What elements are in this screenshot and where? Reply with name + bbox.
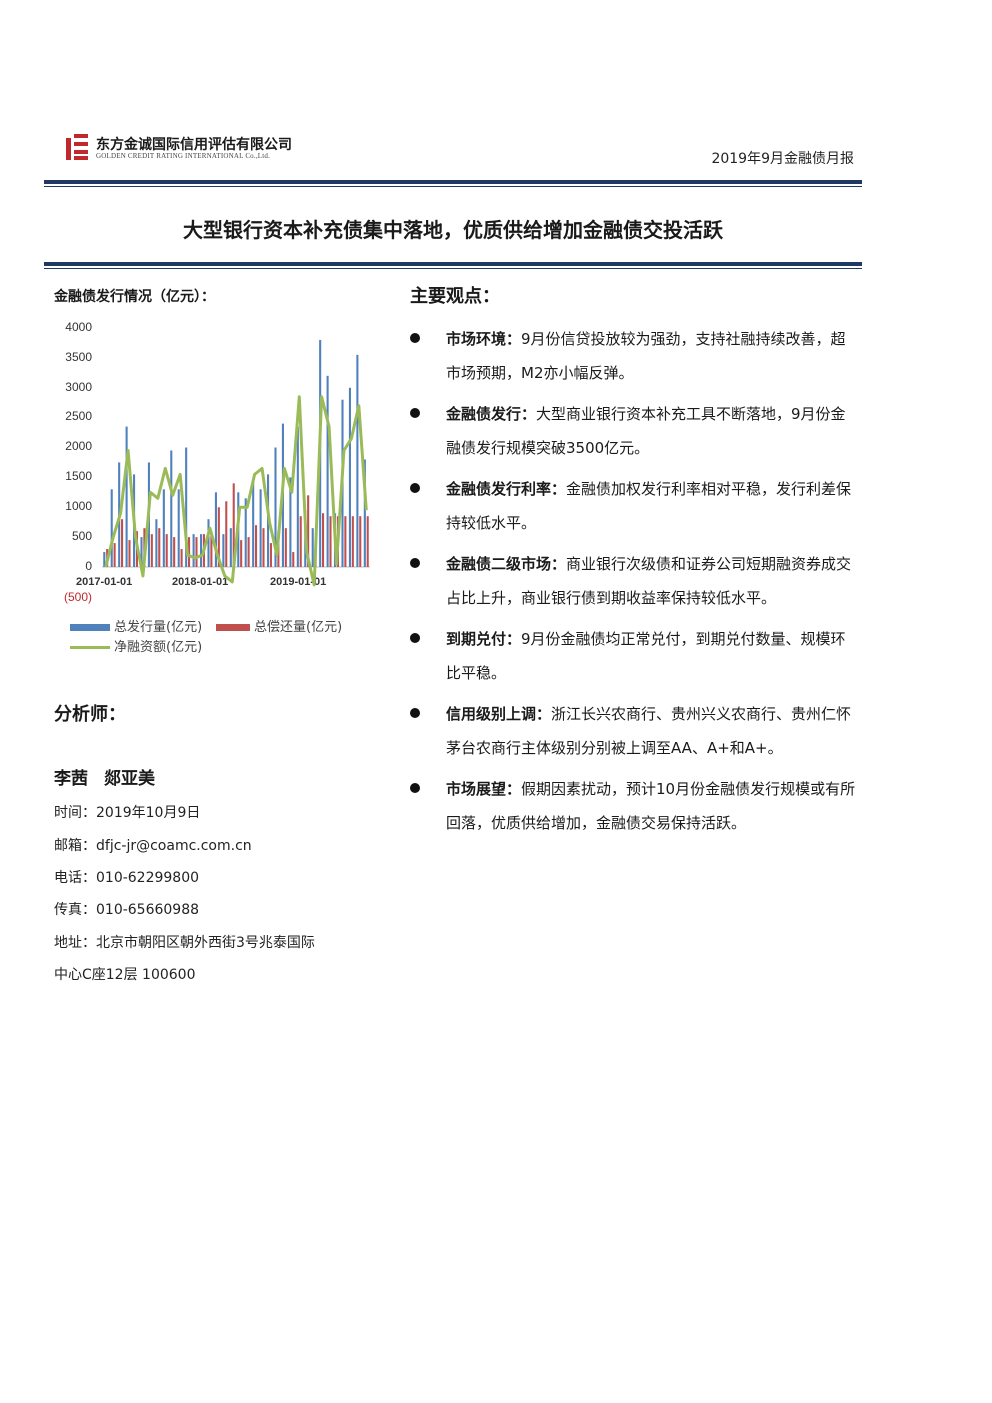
bar-total-issuance bbox=[296, 426, 299, 567]
bar-total-repayment bbox=[225, 501, 228, 567]
bullet-icon bbox=[410, 483, 420, 493]
bar-total-issuance bbox=[207, 519, 210, 567]
company-name-cn: 东方金诚国际信用评估有限公司 bbox=[96, 137, 292, 153]
bar-total-repayment bbox=[284, 528, 287, 567]
bar-total-repayment bbox=[351, 516, 354, 567]
report-name: 2019年9月金融债月报 bbox=[711, 151, 854, 167]
bar-total-repayment bbox=[128, 540, 131, 567]
chart-title: 金融债发行情况（亿元）： bbox=[54, 289, 215, 305]
point-label: 金融债发行： bbox=[446, 405, 537, 423]
contact-fax: 传真：010-65660988 bbox=[54, 902, 200, 918]
legend-item-total-issuance: 总发行量(亿元) bbox=[70, 616, 202, 635]
analysts-heading: 分析师： bbox=[54, 704, 126, 725]
analyst-name: 李茜 bbox=[54, 769, 88, 789]
bar-total-repayment bbox=[269, 543, 272, 567]
bar-total-repayment bbox=[299, 516, 302, 567]
legend-label: 总发行量(亿元) bbox=[114, 620, 203, 635]
bullet-icon bbox=[410, 333, 420, 343]
bar-total-repayment bbox=[329, 516, 332, 567]
header-divider bbox=[44, 180, 862, 187]
point-label: 金融债二级市场： bbox=[446, 555, 567, 573]
bar-total-issuance bbox=[155, 519, 158, 567]
bar-total-repayment bbox=[180, 549, 183, 567]
list-item: 市场环境：9月份信贷投放较为强劲，支持社融持续改善，超市场预期，M2亦小幅反弹。 bbox=[410, 322, 860, 390]
list-item: 信用级别上调：浙江长兴农商行、贵州兴义农商行、贵州仁怀茅台农商行主体级别分别被上… bbox=[410, 697, 860, 765]
bar-total-issuance bbox=[170, 450, 173, 567]
bar-total-issuance bbox=[110, 489, 113, 567]
bar-total-repayment bbox=[165, 534, 168, 567]
page-title: 大型银行资本补充债集中落地，优质供给增加金融债交投活跃 bbox=[183, 218, 723, 242]
contact-phone: 电话：010-62299800 bbox=[54, 870, 200, 886]
bar-total-repayment bbox=[240, 540, 243, 567]
key-points-list: 市场环境：9月份信贷投放较为强劲，支持社融持续改善，超市场预期，M2亦小幅反弹。… bbox=[410, 322, 860, 847]
bar-total-issuance bbox=[356, 354, 359, 567]
bar-total-repayment bbox=[158, 528, 161, 567]
list-item: 市场展望：假期因素扰动，预计10月份金融债发行规模或有所回落，优质供给增加，金融… bbox=[410, 772, 860, 840]
company-logo: 东方金诚国际信用评估有限公司 GOLDEN CREDIT RATING INTE… bbox=[66, 134, 336, 164]
bar-total-repayment bbox=[121, 519, 124, 567]
list-item: 金融债发行：大型商业银行资本补充工具不断落地，9月份金融债发行规模突破3500亿… bbox=[410, 397, 860, 465]
legend-swatch-icon bbox=[70, 624, 110, 631]
analyst-name: 郯亚美 bbox=[104, 769, 155, 789]
bar-total-repayment bbox=[366, 516, 369, 567]
legend-item-total-repayment: 总偿还量(亿元) bbox=[216, 616, 342, 635]
bar-total-repayment bbox=[195, 537, 198, 568]
analyst-names: 李茜 郯亚美 bbox=[54, 764, 155, 789]
bar-total-issuance bbox=[125, 426, 128, 567]
issuance-chart: 4000 3500 3000 2500 2000 1500 1000 500 0… bbox=[44, 314, 384, 664]
contact-address: 地址：北京市朝阳区朝外西街3号兆泰国际 bbox=[54, 935, 315, 951]
bar-total-issuance bbox=[229, 528, 232, 567]
bar-total-issuance bbox=[348, 387, 351, 567]
bar-total-repayment bbox=[262, 528, 265, 567]
key-points-heading: 主要观点： bbox=[410, 286, 500, 307]
legend-item-net-financing: 净融资额(亿元) bbox=[70, 636, 202, 655]
bullet-icon bbox=[410, 708, 420, 718]
company-name-en: GOLDEN CREDIT RATING INTERNATIONAL Co.,L… bbox=[96, 152, 271, 160]
bar-total-repayment bbox=[359, 516, 362, 567]
bar-total-repayment bbox=[255, 525, 258, 567]
point-label: 信用级别上调： bbox=[446, 705, 552, 723]
contact-email[interactable]: 邮箱：dfjc-jr@coamc.com.cn bbox=[54, 835, 252, 855]
point-label: 市场展望： bbox=[446, 780, 522, 798]
bar-total-repayment bbox=[344, 516, 347, 567]
list-item: 到期兑付：9月份金融债均正常兑付，到期兑付数量、规模环比平稳。 bbox=[410, 622, 860, 690]
contact-address-line2: 中心C座12层 100600 bbox=[54, 967, 196, 983]
bar-total-repayment bbox=[322, 513, 325, 567]
bar-total-issuance bbox=[200, 534, 203, 567]
bar-total-issuance bbox=[177, 489, 180, 567]
bar-total-issuance bbox=[222, 534, 225, 567]
point-label: 金融债发行利率： bbox=[446, 480, 567, 498]
legend-swatch-icon bbox=[70, 646, 110, 649]
bar-total-issuance bbox=[192, 534, 195, 567]
list-item: 金融债发行利率：金融债加权发行利率相对平稳，发行利差保持较低水平。 bbox=[410, 472, 860, 540]
contact-date: 时间：2019年10月9日 bbox=[54, 805, 201, 821]
bullet-icon bbox=[410, 408, 420, 418]
list-item: 金融债二级市场：商业银行次级债和证券公司短期融资券成交占比上升，商业银行债到期收… bbox=[410, 547, 860, 615]
bar-total-repayment bbox=[113, 543, 116, 567]
legend-swatch-icon bbox=[216, 624, 250, 631]
bullet-icon bbox=[410, 783, 420, 793]
title-divider bbox=[44, 262, 862, 269]
bar-total-repayment bbox=[173, 537, 176, 568]
bar-total-repayment bbox=[292, 552, 295, 567]
bullet-icon bbox=[410, 558, 420, 568]
bar-total-issuance bbox=[311, 528, 314, 567]
bar-total-repayment bbox=[247, 537, 250, 568]
point-label: 到期兑付： bbox=[446, 630, 522, 648]
bar-total-issuance bbox=[252, 480, 255, 567]
bar-total-repayment bbox=[150, 534, 153, 567]
legend-label: 总偿还量(亿元) bbox=[254, 620, 343, 635]
bullet-icon bbox=[410, 633, 420, 643]
legend-label: 净融资额(亿元) bbox=[114, 640, 203, 655]
bar-total-issuance bbox=[259, 489, 262, 567]
chart-plot-area bbox=[102, 339, 370, 587]
point-label: 市场环境： bbox=[446, 330, 522, 348]
logo-mark-icon bbox=[66, 134, 90, 160]
bar-total-issuance bbox=[162, 489, 165, 567]
bar-total-issuance bbox=[326, 375, 329, 567]
